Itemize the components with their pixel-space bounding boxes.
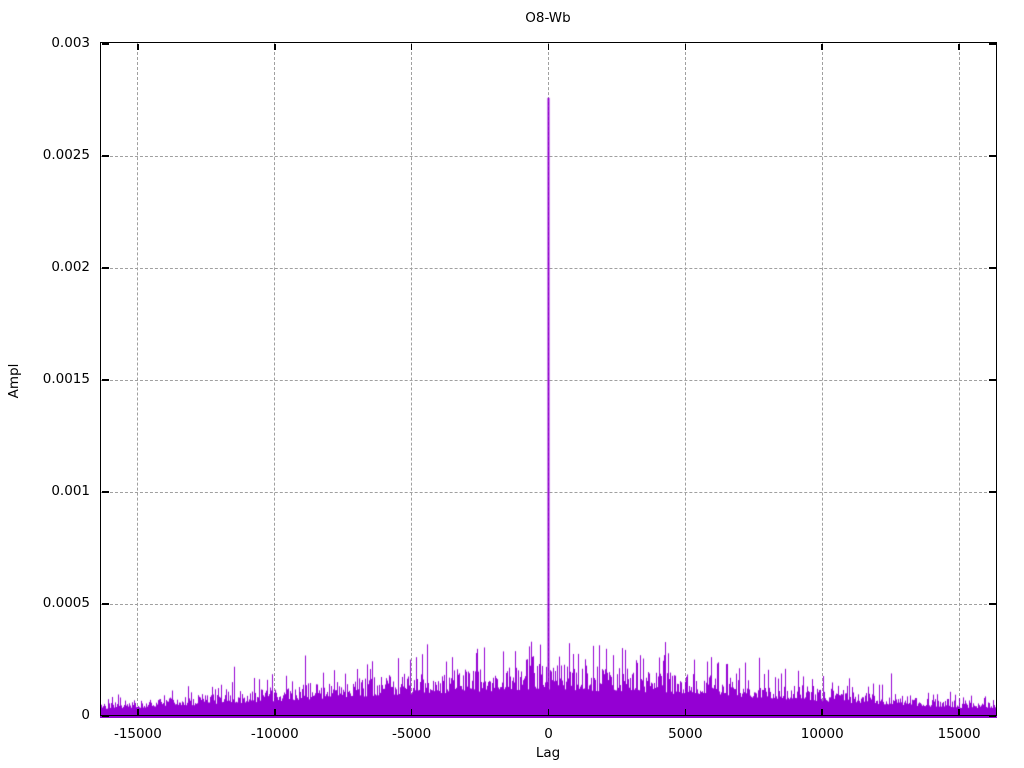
x-tick-label: 15000 bbox=[937, 726, 981, 742]
x-tick-bottom bbox=[137, 709, 139, 716]
y-tick-label: 0.0005 bbox=[42, 595, 90, 611]
x-tick-top bbox=[547, 43, 550, 50]
y-tick-right bbox=[988, 603, 996, 605]
x-tick-top bbox=[821, 43, 823, 50]
x-tick-label: -15000 bbox=[113, 726, 162, 742]
y-tick-right bbox=[988, 267, 996, 269]
y-tick-label: 0.0015 bbox=[42, 371, 90, 387]
y-tick-label: 0 bbox=[81, 707, 90, 723]
correlation-chart-page: O8-Wb Ampl Lag -15000 -10000 -5000 0 5000 100… bbox=[0, 0, 1024, 768]
x-tick-label: 10000 bbox=[800, 726, 844, 742]
x-tick-bottom bbox=[684, 709, 687, 716]
y-tick-left bbox=[101, 491, 109, 493]
y-tick-right bbox=[988, 43, 996, 45]
y-tick-label: 0.003 bbox=[51, 35, 90, 51]
y-tick-left bbox=[101, 267, 109, 269]
y-tick-right bbox=[988, 379, 996, 381]
y-tick-left bbox=[101, 379, 109, 381]
x-tick-bottom bbox=[821, 709, 823, 716]
x-axis-label: Lag bbox=[535, 745, 561, 761]
y-tick-left bbox=[101, 715, 109, 717]
x-tick-bottom bbox=[547, 709, 550, 716]
x-tick-top bbox=[137, 43, 139, 50]
y-tick-left bbox=[101, 155, 109, 157]
x-tick-label: -5000 bbox=[392, 726, 432, 742]
y-tick-left bbox=[101, 43, 109, 45]
x-tick-top bbox=[410, 43, 413, 50]
y-tick-label: 0.0025 bbox=[42, 147, 90, 163]
chart-title: O8-Wb bbox=[525, 10, 571, 26]
y-tick-left bbox=[101, 603, 109, 605]
x-tick-bottom bbox=[274, 709, 276, 716]
plot-area: -15000 -10000 -5000 0 5000 10000 15000 0 0.0005 0… bbox=[43, 35, 997, 742]
x-tick-top bbox=[958, 43, 960, 50]
x-tick-bottom bbox=[958, 709, 960, 716]
y-tick-right bbox=[988, 155, 996, 157]
correlation-impulse-series bbox=[100, 42, 997, 718]
y-tick-label: 0.001 bbox=[51, 483, 90, 499]
x-tick-bottom bbox=[410, 709, 413, 716]
x-tick-top bbox=[274, 43, 276, 50]
y-tick-right bbox=[988, 715, 996, 717]
x-tick-label: 0 bbox=[544, 726, 553, 742]
x-tick-top bbox=[684, 43, 687, 50]
x-tick-label: 5000 bbox=[668, 726, 703, 742]
y-tick-right bbox=[988, 491, 996, 493]
x-tick-label: -10000 bbox=[250, 726, 299, 742]
y-tick-label: 0.002 bbox=[51, 259, 90, 275]
